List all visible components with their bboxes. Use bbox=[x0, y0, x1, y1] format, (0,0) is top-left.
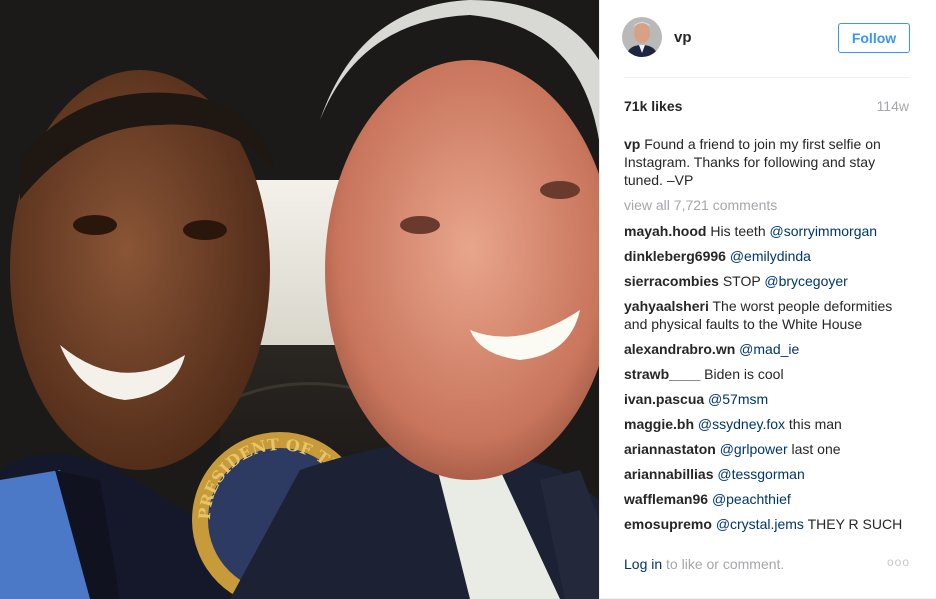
comment-username[interactable]: yahyaalsheri bbox=[624, 298, 709, 314]
comment-text: Biden is cool bbox=[704, 366, 784, 382]
comment-item: mayah.hood His teeth @sorryimmorgan bbox=[624, 222, 914, 240]
username[interactable]: vp bbox=[674, 29, 692, 46]
caption-text: Found a friend to join my first selfie o… bbox=[624, 136, 881, 188]
comment-username[interactable]: ivan.pascua bbox=[624, 391, 704, 407]
comment-mention[interactable]: @mad_ie bbox=[739, 341, 799, 357]
comment-mention[interactable]: @peachthief bbox=[712, 491, 791, 507]
post-header: vp Follow bbox=[622, 16, 910, 78]
login-prompt-text: to like or comment. bbox=[666, 556, 785, 572]
comment-username[interactable]: sierracombies bbox=[624, 273, 719, 289]
comment-username[interactable]: ariannabillias bbox=[624, 466, 713, 482]
login-link[interactable]: Log in bbox=[624, 556, 662, 572]
comment-item: emosupremo @crystal.jems THEY R SUCH bbox=[624, 515, 914, 533]
comment-item: dinkleberg6996 @emilydinda bbox=[624, 247, 914, 265]
comment-username[interactable]: emosupremo bbox=[624, 516, 712, 532]
comment-item: waffleman96 @peachthief bbox=[624, 490, 914, 508]
comment-item: ariannastaton @grlpower last one bbox=[624, 440, 914, 458]
comment-text: His teeth bbox=[710, 223, 766, 239]
follow-button[interactable]: Follow bbox=[838, 23, 910, 53]
comment-username[interactable]: alexandrabro.wn bbox=[624, 341, 735, 357]
comment-item: maggie.bh @ssydney.fox this man bbox=[624, 415, 914, 433]
post-sidebar: vp Follow 71k likes 114w vp Found a frie… bbox=[599, 0, 936, 599]
caption-username[interactable]: vp bbox=[624, 136, 640, 152]
comment-item: alexandrabro.wn @mad_ie bbox=[624, 340, 914, 358]
comment-mention[interactable]: @grlpower bbox=[720, 441, 788, 457]
comment-item: ariannabillias @tessgorman bbox=[624, 465, 914, 483]
comment-item: ivan.pascua @57msm bbox=[624, 390, 914, 408]
more-options-icon[interactable]: ooo bbox=[887, 555, 910, 569]
comment-mention[interactable]: @57msm bbox=[708, 391, 768, 407]
comment-username[interactable]: maggie.bh bbox=[624, 416, 694, 432]
comment-text-after: last one bbox=[791, 441, 841, 457]
comment-mention[interactable]: @ssydney.fox bbox=[698, 416, 785, 432]
caption: vp Found a friend to join my first selfi… bbox=[624, 135, 910, 189]
likes-count[interactable]: 71k likes bbox=[624, 98, 682, 114]
comment-item: yahyaalsheri The worst people deformitie… bbox=[624, 297, 914, 333]
comment-mention[interactable]: @sorryimmorgan bbox=[770, 223, 878, 239]
comment-text-after: THEY R SUCH bbox=[807, 516, 903, 532]
selfie-image: PRESIDENT OF THE bbox=[0, 0, 599, 599]
comment-mention[interactable]: @crystal.jems bbox=[716, 516, 804, 532]
comment-username[interactable]: mayah.hood bbox=[624, 223, 706, 239]
post-photo[interactable]: PRESIDENT OF THE bbox=[0, 0, 599, 599]
comment-mention[interactable]: @emilydinda bbox=[730, 248, 811, 264]
comment-item: sierracombies STOP @brycegoyer bbox=[624, 272, 914, 290]
login-prompt: Log in to like or comment. bbox=[624, 556, 784, 572]
comment-list: mayah.hood His teeth @sorryimmorgan dink… bbox=[624, 222, 914, 540]
comment-mention[interactable]: @brycegoyer bbox=[764, 273, 847, 289]
view-all-comments[interactable]: view all 7,721 comments bbox=[624, 197, 777, 213]
comment-username[interactable]: strawb____ bbox=[624, 366, 700, 382]
comment-item: strawb____ Biden is cool bbox=[624, 365, 914, 383]
post-age: 114w bbox=[876, 98, 909, 114]
comment-mention[interactable]: @tessgorman bbox=[717, 466, 804, 482]
avatar-image bbox=[622, 17, 662, 57]
comment-username[interactable]: waffleman96 bbox=[624, 491, 708, 507]
comment-username[interactable]: dinkleberg6996 bbox=[624, 248, 726, 264]
avatar[interactable] bbox=[622, 17, 662, 57]
comment-text-after: this man bbox=[788, 416, 842, 432]
comment-username[interactable]: ariannastaton bbox=[624, 441, 716, 457]
comment-text: STOP bbox=[722, 273, 761, 289]
